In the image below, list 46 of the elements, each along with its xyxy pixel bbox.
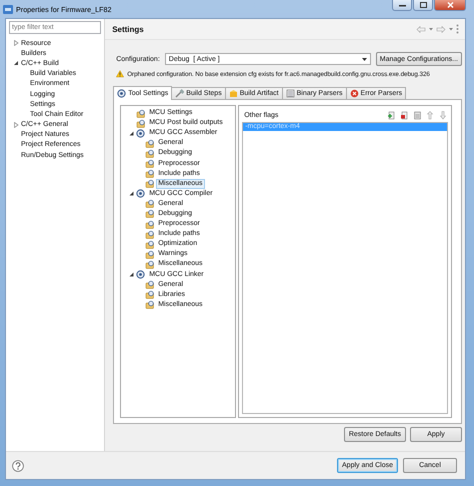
folder-gear-icon [145, 280, 154, 290]
folder-gear-icon [145, 230, 154, 239]
dropdown-icon[interactable] [449, 28, 453, 30]
expander-icon[interactable] [128, 272, 134, 278]
folder-gear-icon [145, 290, 154, 300]
folder-gear-icon [145, 169, 154, 178]
maximize-button[interactable] [413, 0, 433, 11]
app-icon [3, 4, 13, 14]
warning-icon [116, 70, 124, 78]
document-icon [286, 89, 295, 98]
error-icon [350, 89, 359, 98]
edit-icon[interactable] [413, 110, 422, 120]
close-button[interactable] [434, 0, 466, 11]
close-icon [446, 2, 454, 8]
move-down-icon[interactable] [439, 110, 448, 120]
forward-icon[interactable] [436, 26, 446, 32]
folder-gear-icon [145, 220, 154, 229]
folder-gear-icon [145, 179, 154, 188]
add-icon[interactable] [387, 110, 396, 120]
folder-gear-icon [145, 209, 154, 218]
package-icon [228, 89, 238, 98]
folder-gear-icon [136, 108, 146, 118]
folder-gear-icon [145, 300, 154, 310]
expander-icon[interactable] [128, 130, 134, 136]
hammer-icon [175, 89, 184, 98]
expander-icon[interactable] [128, 191, 134, 196]
move-up-icon[interactable] [426, 110, 435, 120]
back-icon[interactable] [416, 26, 426, 32]
more-icon[interactable] [456, 24, 459, 34]
minimize-icon [398, 3, 406, 7]
maximize-icon [420, 2, 426, 8]
folder-gear-icon [145, 159, 154, 168]
help-icon[interactable] [12, 460, 24, 472]
minimize-button[interactable] [392, 0, 412, 11]
expander-icon[interactable] [13, 60, 19, 66]
folder-gear-icon [145, 240, 154, 249]
folder-gear-icon [136, 118, 146, 128]
folder-gear-icon [145, 148, 154, 158]
folder-gear-icon [145, 250, 154, 259]
folder-gear-icon [145, 199, 154, 208]
dropdown-icon[interactable] [429, 28, 433, 30]
delete-icon[interactable] [400, 110, 409, 120]
caret-icon [362, 58, 367, 60]
folder-gear-icon [145, 138, 154, 148]
folder-gear-icon [145, 260, 154, 269]
page-title: Settings [112, 24, 144, 34]
